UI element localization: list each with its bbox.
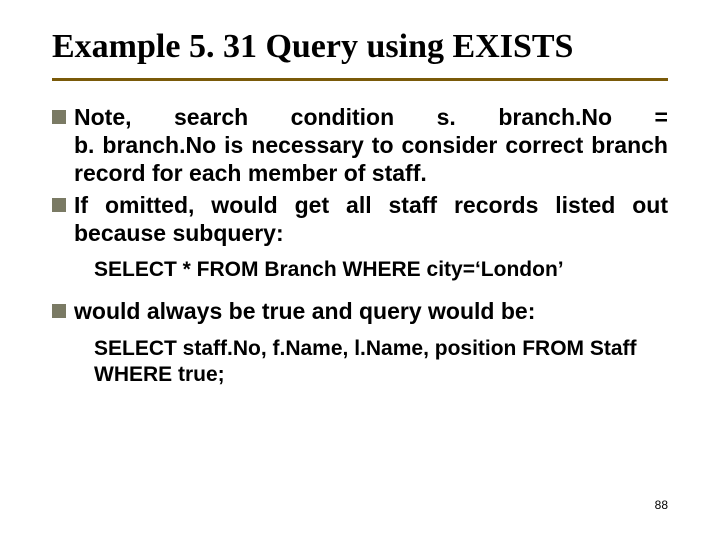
bullet-line-1: Note, search condition s. branch.No = [74, 103, 668, 131]
bullet-item: would always be true and query would be: [52, 297, 668, 325]
bullet-square-icon [52, 198, 66, 212]
slide: Example 5. 31 Query using EXISTS Note, s… [0, 0, 720, 540]
title-underline [52, 78, 668, 81]
bullet-item: If omitted, would get all staff records … [52, 191, 668, 247]
bullet-square-icon [52, 304, 66, 318]
code-line: WHERE true; [94, 362, 668, 388]
bullet-text: Note, search condition s. branch.No = b.… [74, 103, 668, 187]
bullet-item: Note, search condition s. branch.No = b.… [52, 103, 668, 187]
bullet-rest: b. branch.No is necessary to consider co… [74, 131, 668, 187]
bullet-text: would always be true and query would be: [74, 297, 668, 325]
title-text: Example 5. 31 Query using EXISTS [52, 28, 573, 65]
code-block-1: SELECT * FROM Branch WHERE city=‘London’ [94, 257, 668, 283]
slide-title: Example 5. 31 Query using EXISTS [52, 28, 668, 66]
bullet-list: Note, search condition s. branch.No = b.… [52, 103, 668, 247]
bullet-text: If omitted, would get all staff records … [74, 191, 668, 247]
bullet-square-icon [52, 110, 66, 124]
page-number: 88 [655, 498, 668, 512]
code-line: SELECT staff.No, f.Name, l.Name, positio… [94, 336, 668, 362]
code-block-2: SELECT staff.No, f.Name, l.Name, positio… [94, 336, 668, 389]
bullet-list-2: would always be true and query would be: [52, 297, 668, 325]
